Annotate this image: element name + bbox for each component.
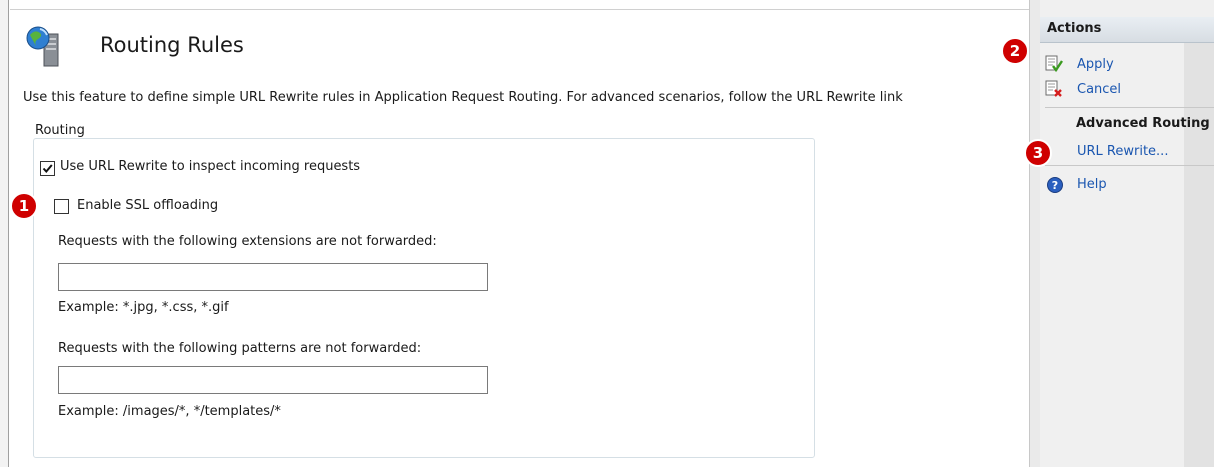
actions-title: Actions <box>1047 21 1102 36</box>
cancel-icon[interactable] <box>1045 80 1063 98</box>
patterns-example: Example: /images/*, */templates/* <box>58 404 281 419</box>
svg-text:?: ? <box>1052 179 1058 192</box>
apply-icon[interactable] <box>1045 55 1063 73</box>
patterns-label: Requests with the following patterns are… <box>58 341 422 356</box>
extensions-example: Example: *.jpg, *.css, *.gif <box>58 300 229 315</box>
help-icon[interactable]: ? <box>1046 176 1064 194</box>
actions-separator-2 <box>1045 165 1214 166</box>
enable-ssl-offloading-checkbox[interactable] <box>54 199 69 214</box>
feature-description: Use this feature to define simple URL Re… <box>23 90 903 105</box>
use-url-rewrite-label[interactable]: Use URL Rewrite to inspect incoming requ… <box>60 159 360 174</box>
apply-link[interactable]: Apply <box>1077 57 1114 72</box>
callout-number-1: 1 <box>19 197 29 215</box>
use-url-rewrite-checkbox[interactable] <box>40 161 55 176</box>
checkmark-icon <box>42 164 53 174</box>
callout-badge-2: 2 <box>1000 36 1030 66</box>
actions-pane-edge <box>1184 42 1214 467</box>
actions-separator <box>1045 107 1214 108</box>
extensions-label: Requests with the following extensions a… <box>58 234 437 249</box>
patterns-input[interactable] <box>58 366 488 394</box>
callout-number-3: 3 <box>1033 144 1043 162</box>
url-rewrite-link[interactable]: URL Rewrite... <box>1077 144 1168 159</box>
help-link[interactable]: Help <box>1077 177 1107 192</box>
routing-rules-icon <box>24 20 64 70</box>
page-title: Routing Rules <box>100 33 244 57</box>
callout-number-2: 2 <box>1010 42 1020 60</box>
enable-ssl-offloading-label[interactable]: Enable SSL offloading <box>77 198 218 213</box>
callout-badge-3: 3 <box>1023 138 1053 168</box>
cancel-link[interactable]: Cancel <box>1077 82 1121 97</box>
left-window-edge <box>0 0 9 467</box>
extensions-input[interactable] <box>58 263 488 291</box>
advanced-routing-heading: Advanced Routing <box>1076 116 1210 131</box>
callout-badge-1: 1 <box>9 191 39 221</box>
routing-group-label: Routing <box>34 123 88 138</box>
